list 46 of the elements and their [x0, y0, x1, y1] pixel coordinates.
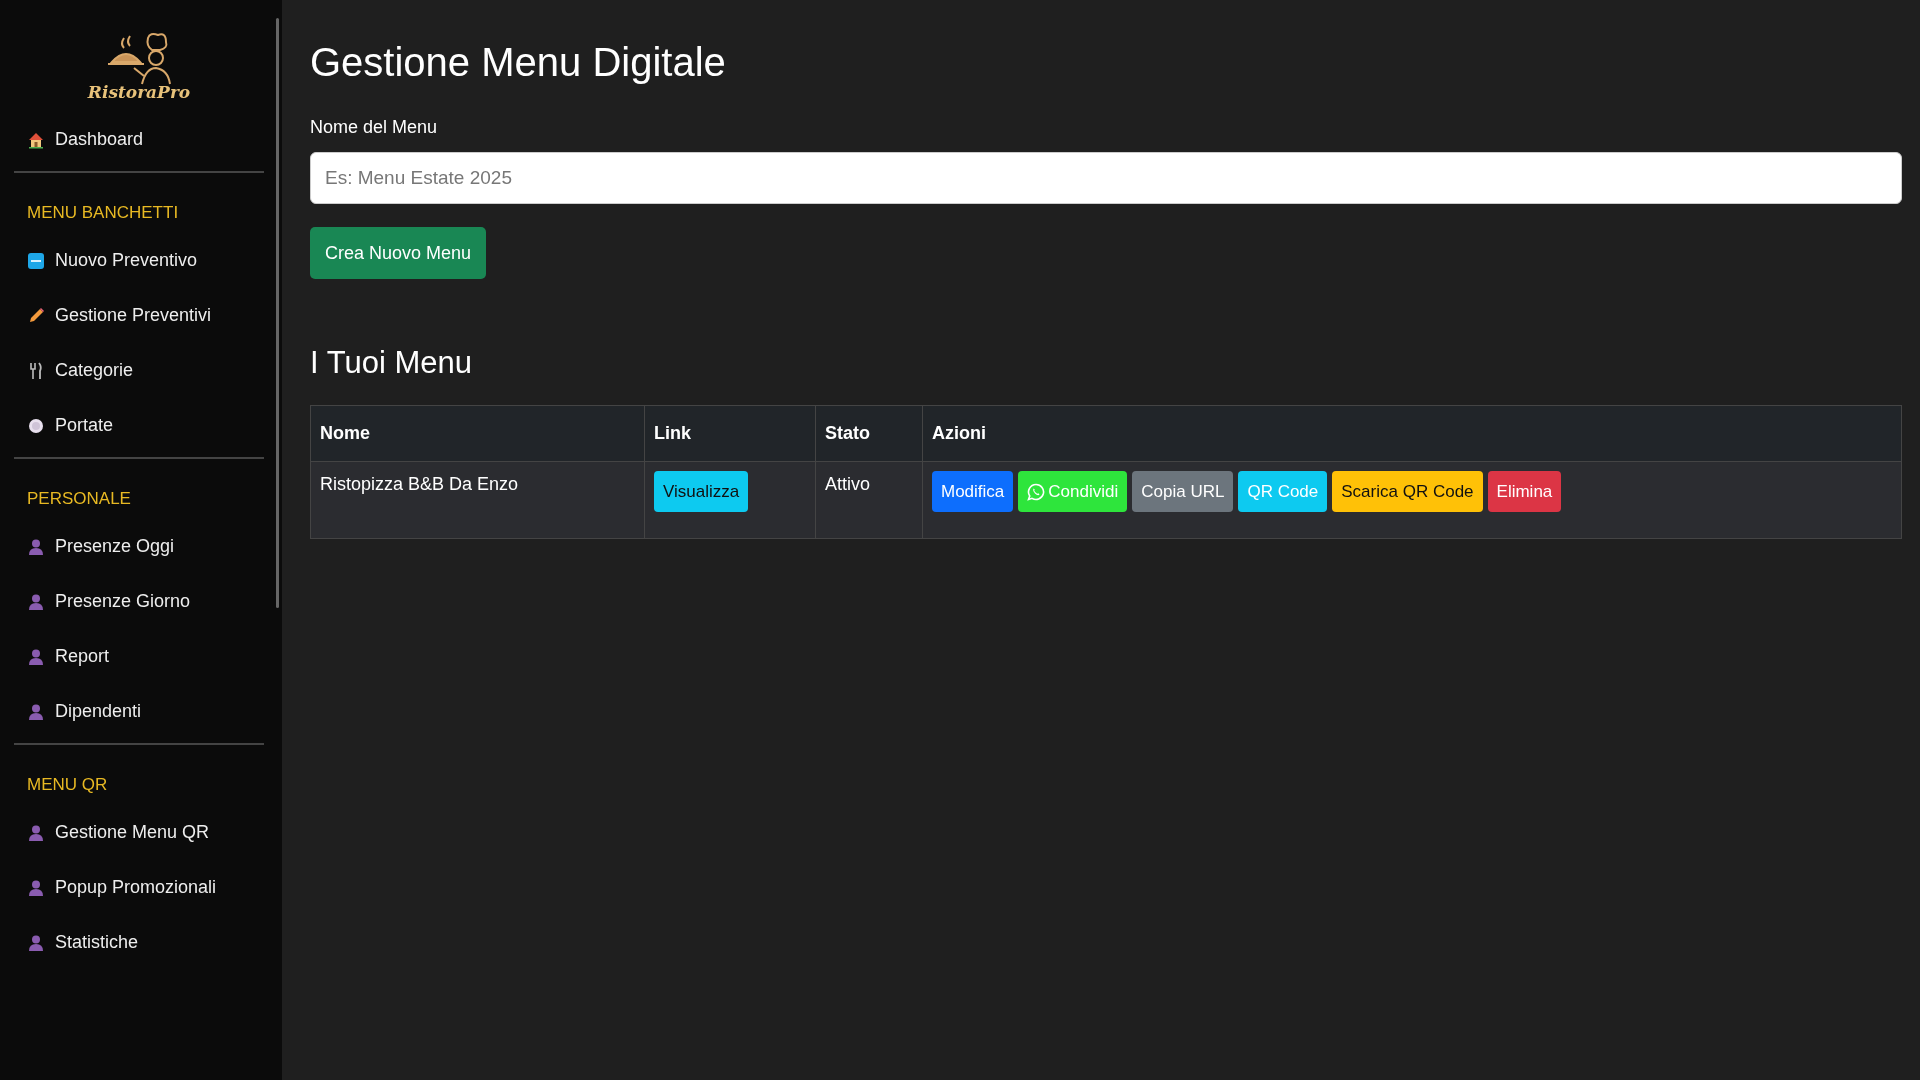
- action-button[interactable]: Copia URL: [1132, 471, 1234, 512]
- person-icon: [27, 702, 45, 721]
- table-cell: Ristopizza B&B Da Enzo: [310, 461, 645, 539]
- nav-item[interactable]: Categorie: [14, 343, 264, 398]
- chat-icon: [1027, 482, 1046, 501]
- create-menu-button[interactable]: Crea Nuovo Menu: [310, 227, 487, 279]
- nav-item[interactable]: Report: [14, 629, 264, 684]
- column-header: Stato: [815, 405, 923, 462]
- nav-item[interactable]: Nuovo Preventivo: [14, 233, 264, 288]
- section-heading: MENU BANCHETTI: [26, 202, 180, 224]
- nav-item[interactable]: Gestione Menu QR: [14, 805, 264, 860]
- nav-item[interactable]: Popup Promozionali: [14, 860, 264, 915]
- person-icon: [27, 647, 45, 666]
- column-header: Azioni: [922, 405, 1902, 462]
- column-header: Nome: [310, 405, 645, 462]
- page-title: Gestione Menu Digitale: [310, 40, 727, 85]
- nav-item[interactable]: Presenze Oggi: [14, 519, 264, 574]
- column-header: Link: [644, 405, 816, 462]
- nav-item[interactable]: Presenze Giorno: [14, 574, 264, 629]
- plate-icon: [27, 416, 45, 435]
- section-heading: MENU QR: [26, 774, 109, 796]
- nav-item[interactable]: Statistiche: [14, 915, 264, 970]
- new-badge-icon: [27, 251, 45, 270]
- view-button[interactable]: Visualizza: [654, 471, 749, 512]
- nav-item[interactable]: Portate: [14, 398, 264, 453]
- person-icon: [27, 537, 45, 556]
- nav-item[interactable]: Dashboard: [14, 112, 264, 167]
- fork-knife-icon: [27, 361, 45, 380]
- action-button[interactable]: Modifica: [932, 471, 1014, 512]
- table-cell: Attivo: [815, 461, 923, 539]
- person-icon: [27, 933, 45, 952]
- action-button[interactable]: Scarica QR Code: [1332, 471, 1483, 512]
- nav-item[interactable]: Gestione Preventivi: [14, 288, 264, 343]
- action-button[interactable]: Elimina: [1487, 471, 1562, 512]
- person-icon: [27, 878, 45, 897]
- section-heading: PERSONALE: [26, 488, 132, 510]
- person-icon: [27, 592, 45, 611]
- house-icon: [27, 130, 45, 149]
- section-title: I Tuoi Menu: [310, 345, 473, 381]
- logo-text: RistoraPro: [87, 82, 191, 102]
- pencil-icon: [27, 306, 45, 325]
- menu-name-field[interactable]: Es: Menu Estate 2025: [310, 152, 1902, 204]
- nav-item[interactable]: Dipendenti: [14, 684, 264, 739]
- person-icon: [27, 823, 45, 842]
- field-label: Nome del Menu: [310, 117, 439, 138]
- scrollbar[interactable]: [276, 18, 279, 608]
